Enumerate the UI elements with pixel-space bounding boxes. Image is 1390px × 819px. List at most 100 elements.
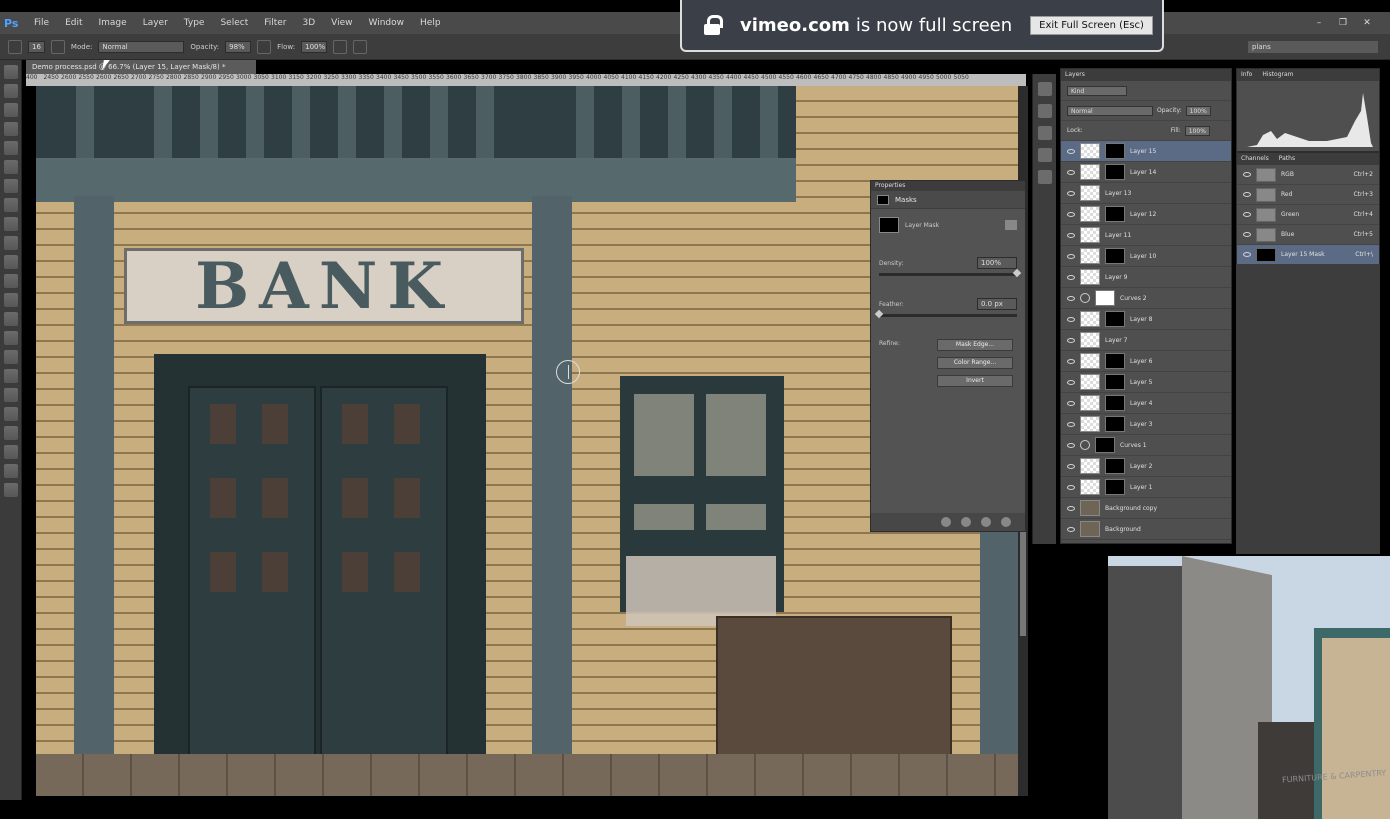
workspace-select[interactable]: plans — [1248, 41, 1378, 53]
layer-row[interactable]: Layer 10 — [1061, 246, 1231, 267]
layer-mask-thumbnail[interactable] — [1095, 437, 1115, 453]
visibility-eye-icon[interactable] — [1067, 421, 1075, 427]
visibility-eye-icon[interactable] — [1067, 253, 1075, 259]
layer-row[interactable]: Layer 5 — [1061, 372, 1231, 393]
fill-field[interactable]: 100% — [1184, 125, 1210, 136]
layer-row[interactable]: Background copy — [1061, 498, 1231, 519]
layer-thumbnail[interactable] — [1080, 395, 1100, 411]
tab-channels[interactable]: Channels — [1241, 153, 1269, 165]
color-swatches-icon[interactable] — [3, 445, 18, 459]
gradient-tool-icon[interactable] — [3, 274, 18, 288]
layer-thumbnail[interactable] — [1080, 227, 1100, 243]
density-slider[interactable] — [879, 268, 1022, 278]
shape-tool-icon[interactable] — [3, 388, 18, 402]
channel-row[interactable]: Red Ctrl+3 — [1237, 185, 1379, 205]
kind-filter-select[interactable]: Kind — [1067, 85, 1127, 96]
layer-thumbnail[interactable] — [1080, 353, 1100, 369]
layer-mask-thumbnail[interactable] — [1105, 311, 1125, 327]
menu-window[interactable]: Window — [361, 18, 413, 28]
layer-row[interactable]: Layer 11 — [1061, 225, 1231, 246]
healing-brush-tool-icon[interactable] — [3, 179, 18, 193]
channel-row[interactable]: Blue Ctrl+5 — [1237, 225, 1379, 245]
layer-thumbnail[interactable] — [1080, 143, 1100, 159]
apply-mask-icon[interactable] — [961, 517, 971, 527]
visibility-eye-icon[interactable] — [1067, 442, 1075, 448]
layer-mask-thumbnail[interactable] — [1105, 458, 1125, 474]
density-field[interactable]: 100% — [977, 257, 1017, 269]
visibility-eye-icon[interactable] — [1067, 316, 1075, 322]
menu-image[interactable]: Image — [91, 18, 135, 28]
layer-row[interactable]: Layer 7 — [1061, 330, 1231, 351]
layer-thumbnail[interactable] — [1080, 269, 1100, 285]
eyedropper-tool-icon[interactable] — [3, 160, 18, 174]
visibility-eye-icon[interactable] — [1243, 172, 1251, 177]
visibility-eye-icon[interactable] — [1067, 400, 1075, 406]
menu-layer[interactable]: Layer — [135, 18, 176, 28]
paragraph-icon[interactable] — [1037, 148, 1052, 162]
menu-type[interactable]: Type — [176, 18, 213, 28]
visibility-eye-icon[interactable] — [1067, 211, 1075, 217]
menu-3d[interactable]: 3D — [295, 18, 324, 28]
layer-mask-row[interactable]: Layer Mask — [871, 217, 1025, 233]
blend-mode-select[interactable]: Normal — [1067, 105, 1153, 116]
exit-fullscreen-button[interactable]: Exit Full Screen (Esc) — [1030, 15, 1153, 35]
layer-mask-thumbnail[interactable] — [1095, 290, 1115, 306]
layer-row[interactable]: Layer 3 — [1061, 414, 1231, 435]
quick-mask-icon[interactable] — [3, 464, 18, 478]
close-button[interactable]: ✕ — [1358, 16, 1376, 30]
pixel-mask-icon[interactable] — [1005, 220, 1017, 230]
layer-mask-thumbnail[interactable] — [1105, 479, 1125, 495]
layer-thumbnail[interactable] — [1080, 206, 1100, 222]
mode-select[interactable]: Normal — [98, 40, 185, 53]
visibility-eye-icon[interactable] — [1067, 169, 1075, 175]
menu-select[interactable]: Select — [212, 18, 256, 28]
lasso-tool-icon[interactable] — [3, 103, 18, 117]
delete-mask-icon[interactable] — [1001, 517, 1011, 527]
layer-thumbnail[interactable] — [1080, 374, 1100, 390]
mask-edge-button[interactable]: Mask Edge... — [937, 339, 1013, 351]
visibility-eye-icon[interactable] — [1067, 484, 1075, 490]
layer-thumbnail[interactable] — [1080, 521, 1100, 537]
layer-mask-thumbnail[interactable] — [1105, 143, 1125, 159]
menu-help[interactable]: Help — [412, 18, 449, 28]
brush-tool-icon[interactable] — [8, 39, 22, 54]
invert-button[interactable]: Invert — [937, 375, 1013, 387]
layer-mask-thumbnail[interactable] — [1105, 206, 1125, 222]
layer-row[interactable]: Layer 9 — [1061, 267, 1231, 288]
layer-thumbnail[interactable] — [1080, 185, 1100, 201]
visibility-eye-icon[interactable] — [1067, 505, 1075, 511]
layer-row[interactable]: Layer 15 — [1061, 141, 1231, 162]
visibility-eye-icon[interactable] — [1067, 526, 1075, 532]
visibility-eye-icon[interactable] — [1067, 232, 1075, 238]
clone-stamp-tool-icon[interactable] — [3, 217, 18, 231]
opacity-field[interactable]: 98% — [225, 40, 252, 53]
airbrush-icon[interactable] — [333, 39, 348, 54]
layer-mask-thumbnail[interactable] — [1105, 164, 1125, 180]
layer-row[interactable]: Layer 4 — [1061, 393, 1231, 414]
visibility-eye-icon[interactable] — [1067, 337, 1075, 343]
feather-field[interactable]: 0.0 px — [977, 298, 1017, 310]
character-icon[interactable] — [1037, 126, 1052, 140]
minimize-button[interactable]: – — [1310, 16, 1328, 30]
visibility-eye-icon[interactable] — [1243, 252, 1251, 257]
properties-header[interactable]: Properties — [871, 181, 1025, 191]
brush-panel-toggle-icon[interactable] — [50, 39, 65, 54]
screen-mode-icon[interactable] — [3, 483, 18, 497]
layer-thumbnail[interactable] — [1080, 458, 1100, 474]
type-tool-icon[interactable] — [3, 350, 18, 364]
layer-row[interactable]: Curves 1 — [1061, 435, 1231, 456]
dodge-tool-icon[interactable] — [3, 312, 18, 326]
document-tab[interactable]: Demo process.psd @ 66.7% (Layer 15, Laye… — [26, 60, 256, 74]
layer-thumbnail[interactable] — [1080, 479, 1100, 495]
visibility-eye-icon[interactable] — [1067, 463, 1075, 469]
flow-field[interactable]: 100% — [301, 40, 328, 53]
brush-size-picker[interactable]: 16 — [28, 40, 45, 53]
layer-opacity-field[interactable]: 100% — [1185, 105, 1211, 116]
layer-thumbnail[interactable] — [1080, 500, 1100, 516]
visibility-eye-icon[interactable] — [1067, 379, 1075, 385]
layer-mask-thumbnail[interactable] — [1105, 248, 1125, 264]
layer-mask-thumbnail[interactable] — [1105, 374, 1125, 390]
layer-row[interactable]: Layer 12 — [1061, 204, 1231, 225]
color-range-button[interactable]: Color Range... — [937, 357, 1013, 369]
marquee-tool-icon[interactable] — [3, 84, 18, 98]
